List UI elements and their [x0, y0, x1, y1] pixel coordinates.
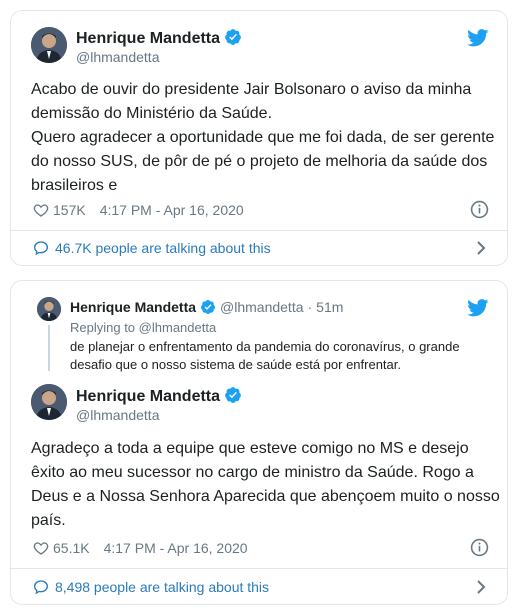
author-name[interactable]: Henrique Mandetta: [76, 386, 242, 406]
chevron-right-icon[interactable]: [475, 241, 487, 255]
author-name-text[interactable]: Henrique Mandetta: [76, 30, 220, 47]
tweet-card-2[interactable]: Henrique Mandetta @lhmandetta · 51m Replyin…: [10, 280, 508, 605]
author-handle[interactable]: @lhmandetta: [76, 407, 159, 423]
like-count[interactable]: 157K: [53, 202, 86, 218]
talking-link[interactable]: 46.7K people are talking about this: [33, 237, 487, 259]
verified-badge-icon: [225, 29, 241, 45]
author-name-text[interactable]: Henrique Mandetta: [76, 388, 220, 405]
avatar[interactable]: [31, 384, 67, 420]
reply-author-name[interactable]: Henrique Mandetta: [70, 299, 196, 315]
replying-to-prefix: Replying to: [70, 320, 136, 335]
author-name[interactable]: Henrique Mandetta: [76, 28, 242, 48]
reply-author-handle[interactable]: @lhmandetta: [220, 299, 303, 315]
tweet-meta: 65.1K 4:17 PM - Apr 16, 2020: [33, 538, 248, 558]
replying-to-handle[interactable]: @lhmandetta: [139, 320, 217, 335]
reply-author[interactable]: Henrique Mandetta @lhmandetta · 51m: [70, 299, 343, 315]
divider: [11, 230, 507, 231]
heart-icon[interactable]: [33, 202, 49, 218]
tweet-text: Agradeço a toda a equipe que esteve comi…: [31, 440, 500, 529]
reply-avatar[interactable]: [37, 297, 61, 321]
tweet-meta: 157K 4:17 PM - Apr 16, 2020: [33, 200, 244, 220]
reply-context-text: de planejar o enfrentamento da pandemia …: [70, 339, 460, 372]
like-count[interactable]: 65.1K: [53, 540, 90, 556]
verified-badge-icon: [225, 387, 241, 403]
thread-line: [48, 325, 50, 371]
talking-text[interactable]: 46.7K people are talking about this: [55, 240, 271, 256]
info-icon[interactable]: [470, 538, 489, 557]
speech-bubble-icon: [33, 580, 49, 595]
reply-age[interactable]: 51m: [316, 299, 343, 315]
dot-separator: ·: [307, 299, 313, 315]
timestamp[interactable]: 4:17 PM - Apr 16, 2020: [104, 540, 248, 556]
chevron-right-icon[interactable]: [475, 580, 487, 594]
heart-icon[interactable]: [33, 540, 49, 556]
avatar[interactable]: [31, 27, 67, 63]
tweet-text: Acabo de ouvir do presidente Jair Bolson…: [31, 81, 495, 194]
twitter-bird-icon[interactable]: [467, 299, 489, 317]
replying-to: Replying to @lhmandetta: [70, 320, 216, 335]
verified-badge-icon: [201, 300, 216, 314]
talking-link[interactable]: 8,498 people are talking about this: [33, 576, 487, 598]
timestamp[interactable]: 4:17 PM - Apr 16, 2020: [100, 202, 244, 218]
author-handle[interactable]: @lhmandetta: [76, 49, 159, 65]
talking-text[interactable]: 8,498 people are talking about this: [55, 579, 269, 595]
twitter-bird-icon[interactable]: [467, 29, 489, 47]
tweet-card-1[interactable]: Henrique Mandetta @lhmandetta Acabo de o…: [10, 10, 508, 266]
info-icon[interactable]: [470, 200, 489, 219]
divider: [11, 568, 507, 569]
speech-bubble-icon: [33, 241, 49, 256]
